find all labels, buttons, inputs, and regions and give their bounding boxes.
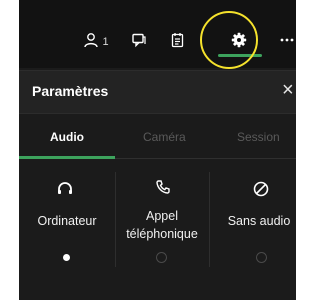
radio-phone[interactable] xyxy=(156,252,167,263)
option-label-line1: Appel xyxy=(146,209,178,223)
no-audio-icon xyxy=(250,178,272,200)
chat-icon xyxy=(132,33,146,48)
radio-no-audio[interactable] xyxy=(256,252,267,263)
tab-audio[interactable]: Audio xyxy=(50,130,84,144)
option-label-line2: téléphonique xyxy=(126,227,198,241)
option-label: Appel téléphonique xyxy=(115,207,209,243)
more-button[interactable] xyxy=(277,28,296,52)
settings-tabs: Audio Caméra Session xyxy=(19,124,296,159)
participants-button[interactable]: 1 xyxy=(81,28,111,52)
notes-button[interactable] xyxy=(166,28,190,52)
phone-icon xyxy=(152,176,174,198)
radio-computer[interactable] xyxy=(61,252,72,263)
option-label: Ordinateur xyxy=(37,214,97,228)
highlight-circle xyxy=(200,11,258,69)
headset-icon xyxy=(54,178,76,200)
close-icon: × xyxy=(282,79,294,101)
notes-icon xyxy=(171,33,184,48)
panel-header: Paramètres × xyxy=(19,70,296,114)
tab-session[interactable]: Session xyxy=(237,130,280,144)
participants-count: 1 xyxy=(102,36,109,48)
settings-panel: 1 Paramètres × Audio Caméra Session Ordi… xyxy=(19,0,296,300)
person-icon xyxy=(84,33,99,48)
panel-title: Paramètres xyxy=(32,83,109,99)
option-label: Sans audio xyxy=(227,214,291,228)
active-tab-indicator xyxy=(19,156,115,159)
chat-button[interactable] xyxy=(127,28,151,52)
more-icon xyxy=(280,38,294,42)
tab-camera[interactable]: Caméra xyxy=(143,130,186,144)
close-button[interactable]: × xyxy=(282,80,294,100)
